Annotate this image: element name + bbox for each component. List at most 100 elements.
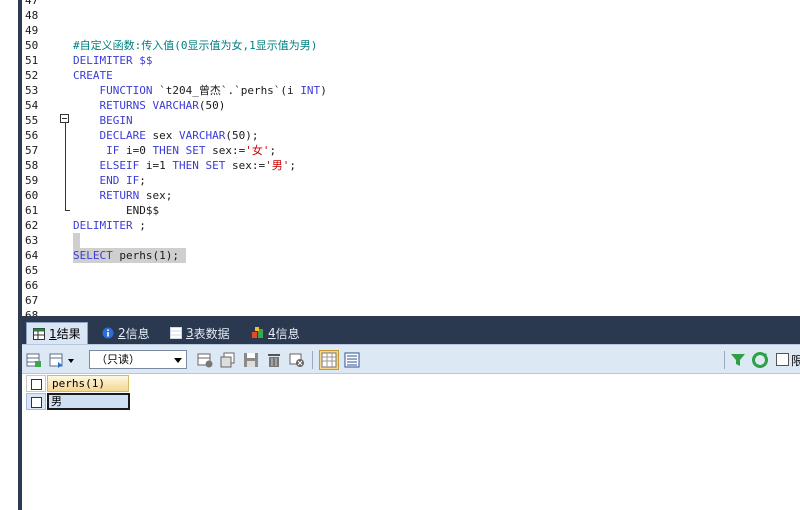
code-line-55: BEGIN [73, 114, 133, 127]
line-number: 52 [25, 69, 39, 82]
code-token: IF [73, 144, 126, 157]
delete-icon[interactable] [266, 352, 282, 368]
line-number: 50 [25, 39, 39, 52]
line-number: 51 [25, 54, 39, 67]
line-number: 59 [25, 174, 39, 187]
code-token: ELSEIF [73, 159, 146, 172]
line-number: 56 [25, 129, 39, 142]
code-line-53: FUNCTION `t204_曾杰`.`perhs`(i INT) [73, 83, 327, 98]
line-number: 66 [25, 279, 39, 292]
result-toolbar: （只读） 限 [22, 344, 800, 374]
code-token: sex; [145, 189, 173, 202]
result-tab-bar: 1 结果 2 信息 3 表数据 4 信息 [22, 320, 800, 344]
select-all-checkbox[interactable] [26, 375, 46, 392]
code-token: END IF [73, 174, 140, 187]
code-token: INT [300, 84, 321, 97]
chevron-down-icon[interactable] [68, 359, 74, 363]
code-token: perhs(1); [119, 249, 186, 262]
line-number: 64 [25, 249, 39, 262]
table-icon [170, 327, 182, 339]
line-number: 53 [25, 84, 39, 97]
code-token: sex [152, 129, 179, 142]
result-grid: perhs(1) 男 [22, 374, 800, 510]
selection-highlight [73, 233, 80, 248]
row-checkbox[interactable] [26, 393, 46, 410]
tab-info-2[interactable]: 4 信息 [246, 322, 306, 344]
info-icon [102, 327, 114, 339]
mode-select[interactable]: （只读） [89, 350, 187, 369]
code-line-62: DELIMITER ; [73, 218, 146, 233]
fold-toggle-icon[interactable] [60, 114, 69, 123]
code-token: DECLARE [73, 129, 153, 142]
sql-editor[interactable]: 47 48 49 50 51 52 53 54 55 56 57 58 59 6… [22, 0, 800, 318]
line-number: 57 [25, 144, 39, 157]
code-line-57: IF i=0 THEN SET sex:='女'; [73, 143, 276, 158]
code-token: DELIMITER [73, 219, 140, 232]
toolbar-divider [312, 351, 313, 369]
code-token: ; [139, 219, 146, 232]
option-checkbox[interactable] [776, 353, 789, 366]
option-checkbox-label: 限 [791, 354, 800, 368]
code-token: THEN SET [152, 144, 213, 157]
line-number: 63 [25, 234, 39, 247]
toolbar-divider [724, 351, 725, 369]
code-token: '男' [265, 159, 290, 172]
line-number: 55 [25, 114, 39, 127]
code-token: (50) [198, 99, 226, 112]
code-token: (50); [225, 129, 259, 142]
fold-guide-line [65, 123, 66, 210]
code-token: ) [320, 84, 327, 97]
column-header[interactable]: perhs(1) [47, 375, 129, 392]
line-number: 62 [25, 219, 39, 232]
checkbox-icon [31, 397, 42, 408]
export-icon[interactable] [26, 352, 42, 368]
code-token: `t204_曾杰`.`perhs`(i [159, 84, 301, 97]
code-token: sex:= [231, 159, 266, 172]
import-icon[interactable] [49, 352, 65, 368]
result-cell[interactable]: 男 [47, 393, 130, 410]
tab-results[interactable]: 1 结果 [26, 322, 88, 344]
duplicate-row-icon[interactable] [220, 352, 236, 368]
code-line-59: END IF; [73, 173, 145, 188]
tab-info[interactable]: 2 信息 [96, 322, 156, 344]
line-number: 65 [25, 264, 39, 277]
code-line-58: ELSEIF i=1 THEN SET sex:='男'; [73, 158, 296, 173]
save-icon[interactable] [243, 352, 259, 368]
code-line-64-selected[interactable]: SELECT perhs(1); [73, 248, 186, 263]
code-token: '女' [245, 144, 270, 157]
code-token: sex:= [212, 144, 246, 157]
line-number: 49 [25, 24, 39, 37]
tab-table-data[interactable]: 3 表数据 [164, 322, 236, 344]
form-view-icon[interactable] [344, 352, 360, 368]
tab-label: 信息 [275, 326, 300, 341]
line-number: 47 [25, 0, 39, 7]
line-number: 48 [25, 9, 39, 22]
info-blocks-icon [252, 327, 263, 338]
tab-number: 1 [49, 326, 57, 341]
cancel-icon[interactable] [289, 352, 305, 368]
line-number: 67 [25, 294, 39, 307]
code-token: ; [289, 159, 296, 172]
code-token: RETURNS [73, 99, 153, 112]
code-token: i=0 [125, 144, 153, 157]
tab-label: 表数据 [193, 326, 230, 341]
code-line-54: RETURNS VARCHAR(50) [73, 98, 225, 113]
code-token: VARCHAR [178, 129, 226, 142]
line-number: 58 [25, 159, 39, 172]
chevron-down-icon [174, 358, 182, 363]
refresh-icon[interactable] [752, 352, 768, 368]
add-row-icon[interactable] [197, 352, 213, 368]
tab-label: 信息 [125, 326, 150, 341]
code-line-61: END$$ [73, 204, 160, 217]
code-token: i=1 [145, 159, 173, 172]
grid-view-button[interactable] [319, 350, 339, 370]
tab-number: 2 [118, 326, 126, 340]
line-number: 60 [25, 189, 39, 202]
code-line-56: DECLARE sex VARCHAR(50); [73, 128, 258, 143]
code-token: THEN SET [172, 159, 232, 172]
left-margin [0, 0, 18, 510]
checkbox-icon [31, 379, 42, 390]
code-token: VARCHAR [152, 99, 199, 112]
code-line-52: CREATE [73, 69, 113, 82]
filter-icon[interactable] [730, 352, 746, 368]
